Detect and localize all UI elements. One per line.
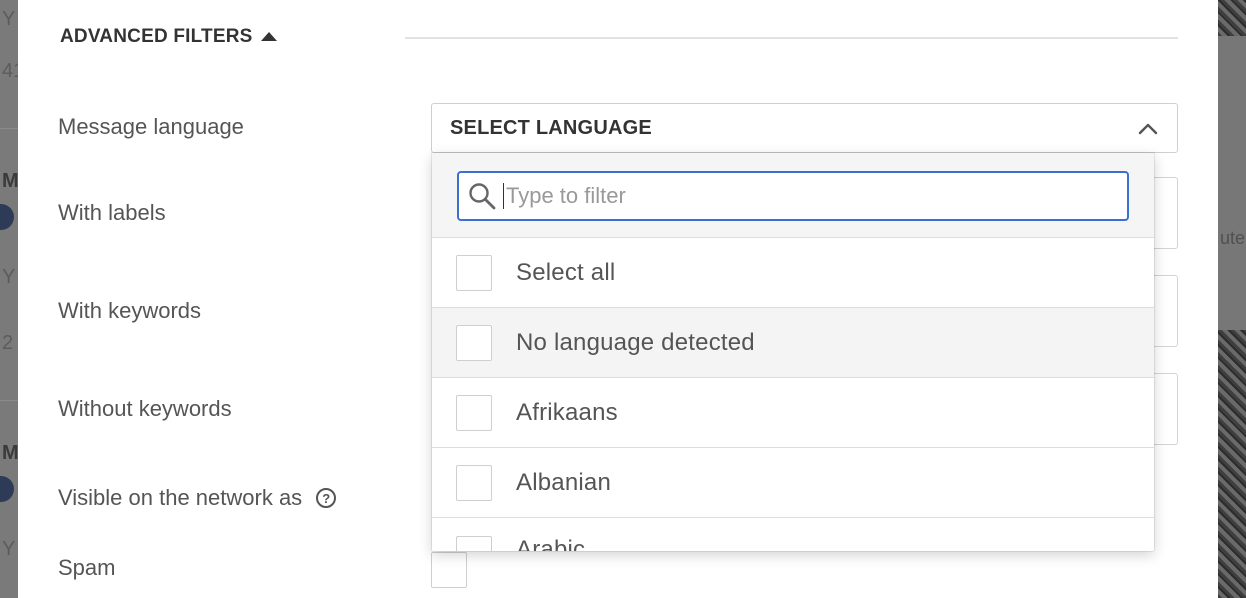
background-photo: [1218, 0, 1246, 36]
checkbox[interactable]: [456, 536, 492, 551]
filter-field[interactable]: [457, 171, 1129, 221]
advanced-filters-toggle[interactable]: ADVANCED FILTERS: [60, 26, 277, 48]
bg-text-fragment: Y: [2, 8, 16, 30]
checkbox[interactable]: [456, 324, 492, 361]
checkbox[interactable]: [456, 464, 492, 501]
background-photo: [1218, 330, 1246, 598]
option-label: Afrikaans: [516, 398, 618, 426]
facebook-icon: [0, 204, 14, 230]
search-icon: [469, 183, 496, 210]
visible-as-label: Visible on the network as: [58, 485, 303, 510]
section-title-text: ADVANCED FILTERS: [60, 26, 253, 47]
help-icon[interactable]: ?: [316, 488, 337, 508]
option-select-all[interactable]: Select all: [432, 238, 1154, 308]
background-page-left: Y 41 M Y 2 M Y: [0, 0, 18, 598]
checkbox[interactable]: [456, 254, 492, 291]
option-label: Arabic: [516, 536, 586, 551]
spam-label: Spam: [58, 555, 116, 580]
background-page-right: ute: [1218, 0, 1246, 598]
caret-up-icon: [260, 31, 277, 41]
bg-text-fragment: ute: [1220, 228, 1246, 248]
bg-text-fragment: 41: [2, 60, 18, 82]
with-keywords-label: With keywords: [58, 298, 202, 323]
section-divider: [405, 37, 1178, 39]
visible-as-row: Visible on the network as ?: [58, 485, 337, 511]
language-filter-input[interactable]: [503, 183, 1103, 209]
option-label: No language detected: [516, 328, 755, 356]
language-dropdown: Select all No language detected Afrikaan…: [432, 153, 1154, 551]
chevron-up-icon: [1138, 123, 1158, 135]
language-select[interactable]: SELECT LANGUAGE: [431, 103, 1178, 153]
advanced-filters-modal: ADVANCED FILTERS Message language With l…: [18, 0, 1218, 598]
bg-text-fragment: Y: [2, 538, 16, 560]
facebook-icon: [0, 476, 14, 502]
bg-text-fragment: M: [2, 170, 18, 192]
option-no-language-detected[interactable]: No language detected: [432, 308, 1154, 378]
option-albanian[interactable]: Albanian: [432, 448, 1154, 518]
language-select-label: SELECT LANGUAGE: [450, 116, 652, 139]
option-label: Albanian: [516, 468, 612, 496]
spam-checkbox[interactable]: [431, 552, 467, 588]
bg-text-fragment: 2: [2, 332, 14, 354]
bg-divider: [0, 128, 18, 129]
checkbox[interactable]: [456, 394, 492, 431]
option-label: Select all: [516, 258, 616, 286]
bg-text-fragment: Y: [2, 266, 16, 288]
message-language-label: Message language: [58, 114, 244, 139]
filter-area: [432, 153, 1154, 238]
bg-text-fragment: M: [2, 442, 18, 464]
bg-divider: [0, 400, 18, 401]
without-keywords-label: Without keywords: [58, 396, 232, 421]
option-arabic[interactable]: Arabic: [432, 518, 1154, 551]
with-labels-label: With labels: [58, 200, 166, 225]
option-afrikaans[interactable]: Afrikaans: [432, 378, 1154, 448]
